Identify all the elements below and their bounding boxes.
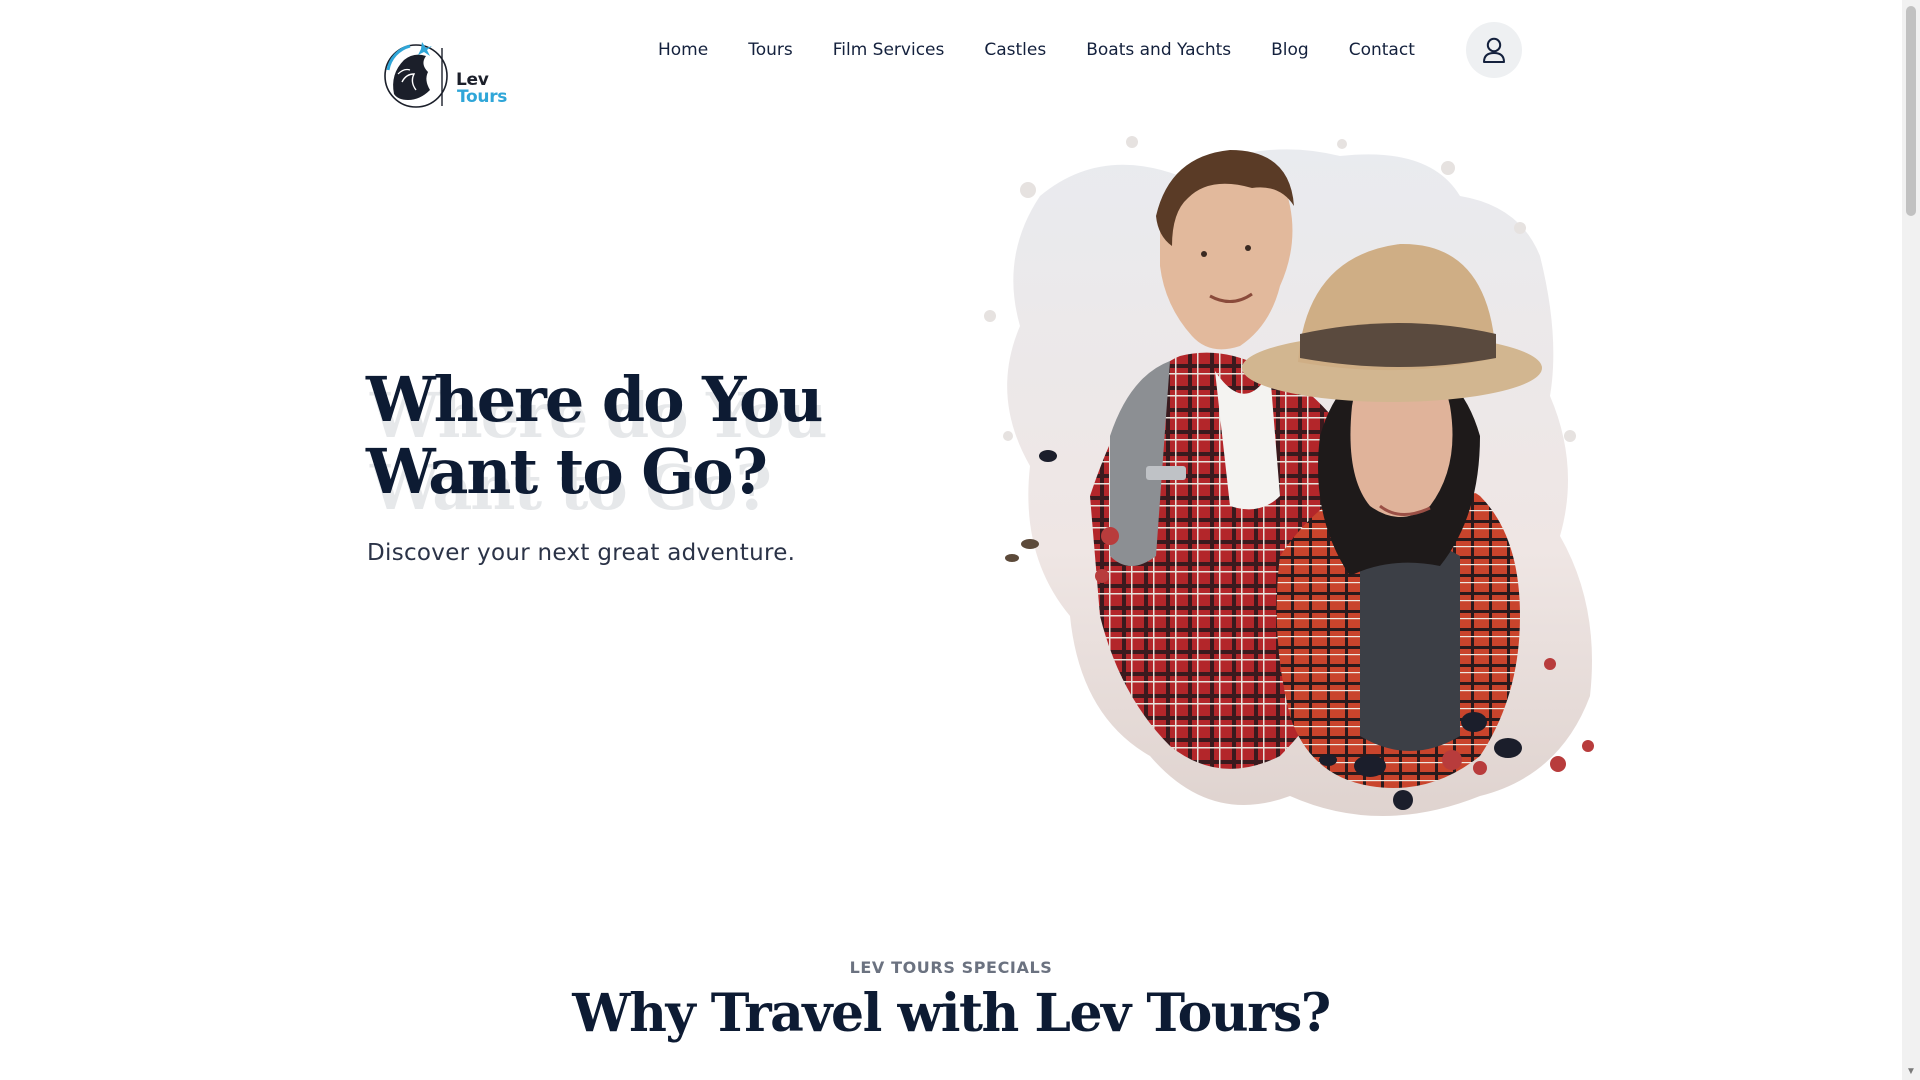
account-button[interactable] bbox=[1466, 22, 1522, 78]
section-eyebrow: LEV TOURS SPECIALS bbox=[849, 958, 1053, 977]
main-nav: Home Tours Film Services Castles Boats a… bbox=[658, 38, 1435, 62]
nav-blog[interactable]: Blog bbox=[1251, 38, 1329, 62]
nav-home[interactable]: Home bbox=[658, 38, 728, 62]
site-logo[interactable]: Lev Tours bbox=[380, 34, 520, 110]
section-title: Why Travel with Lev Tours? bbox=[572, 983, 1331, 1044]
logo-text-tours: Tours bbox=[457, 87, 508, 107]
user-icon bbox=[1483, 37, 1505, 63]
page: Lev Tours Home Tours Film Services Castl… bbox=[0, 0, 1902, 1080]
page-scrollbar[interactable]: ▼ bbox=[1902, 0, 1920, 1080]
nav-castles[interactable]: Castles bbox=[964, 38, 1066, 62]
nav-film-services[interactable]: Film Services bbox=[813, 38, 965, 62]
scrollbar-thumb[interactable] bbox=[1906, 6, 1916, 216]
hero-title: Where do You Want to Go? bbox=[366, 363, 823, 508]
nav-tours[interactable]: Tours bbox=[728, 38, 813, 62]
nav-boats-and-yachts[interactable]: Boats and Yachts bbox=[1066, 38, 1251, 62]
nav-contact[interactable]: Contact bbox=[1329, 38, 1435, 62]
scroll-down-arrow-icon[interactable]: ▼ bbox=[1902, 1062, 1920, 1080]
lion-logo-icon bbox=[384, 42, 448, 108]
hero-subtitle: Discover your next great adventure. bbox=[367, 540, 796, 566]
hero-travelers-image bbox=[984, 136, 1594, 817]
